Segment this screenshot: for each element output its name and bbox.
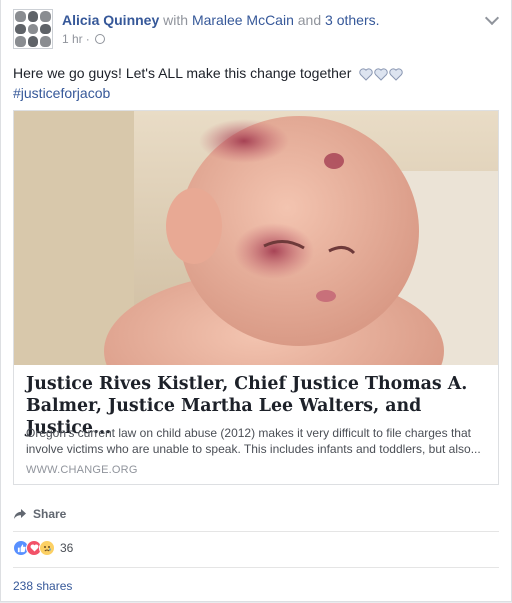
tagged-friend-link[interactable]: Maralee McCain bbox=[192, 12, 294, 28]
post-author-line: Alicia Quinney with Maralee McCain and 3… bbox=[62, 11, 380, 29]
globe-icon[interactable] bbox=[94, 34, 105, 44]
timestamp[interactable]: 1 hr bbox=[62, 32, 83, 46]
heart-icon bbox=[374, 68, 388, 81]
link-attachment[interactable]: Justice Rives Kistler, Chief Justice Tho… bbox=[13, 110, 499, 485]
shares-count-link[interactable]: 238 shares bbox=[13, 579, 72, 593]
divider bbox=[13, 531, 499, 532]
attachment-description: Oregon's current law on child abuse (201… bbox=[26, 426, 481, 456]
divider bbox=[13, 567, 499, 568]
reactions-summary[interactable]: 36 bbox=[13, 540, 73, 556]
post-meta: 1 hr · bbox=[62, 32, 105, 46]
post-header: Alicia Quinney with Maralee McCain and 3… bbox=[13, 9, 500, 55]
reaction-count[interactable]: 36 bbox=[60, 541, 73, 555]
others-link[interactable]: 3 others. bbox=[325, 12, 379, 28]
meta-separator: · bbox=[85, 32, 90, 46]
sad-icon bbox=[39, 540, 55, 556]
share-label: Share bbox=[33, 507, 67, 521]
post-text: Here we go guys! Let's ALL make this cha… bbox=[13, 63, 499, 103]
post-message: Here we go guys! Let's ALL make this cha… bbox=[13, 65, 352, 81]
post-card: Alicia Quinney with Maralee McCain and 3… bbox=[0, 0, 512, 602]
and-text: and bbox=[297, 12, 322, 28]
avatar[interactable] bbox=[13, 9, 53, 49]
attachment-domain: WWW.CHANGE.ORG bbox=[26, 464, 138, 476]
with-text: with bbox=[163, 12, 189, 28]
heart-icon bbox=[359, 68, 373, 81]
heart-icon bbox=[389, 68, 403, 81]
share-button[interactable]: Share bbox=[13, 504, 499, 524]
author-link[interactable]: Alicia Quinney bbox=[62, 12, 159, 28]
chevron-down-icon[interactable] bbox=[484, 10, 500, 26]
hearts-emoji-group bbox=[359, 68, 403, 81]
hashtag-link[interactable]: #justiceforjacob bbox=[13, 83, 499, 103]
child-photo-image bbox=[14, 111, 498, 365]
share-arrow-icon bbox=[14, 509, 26, 519]
attachment-photo[interactable] bbox=[14, 111, 498, 365]
